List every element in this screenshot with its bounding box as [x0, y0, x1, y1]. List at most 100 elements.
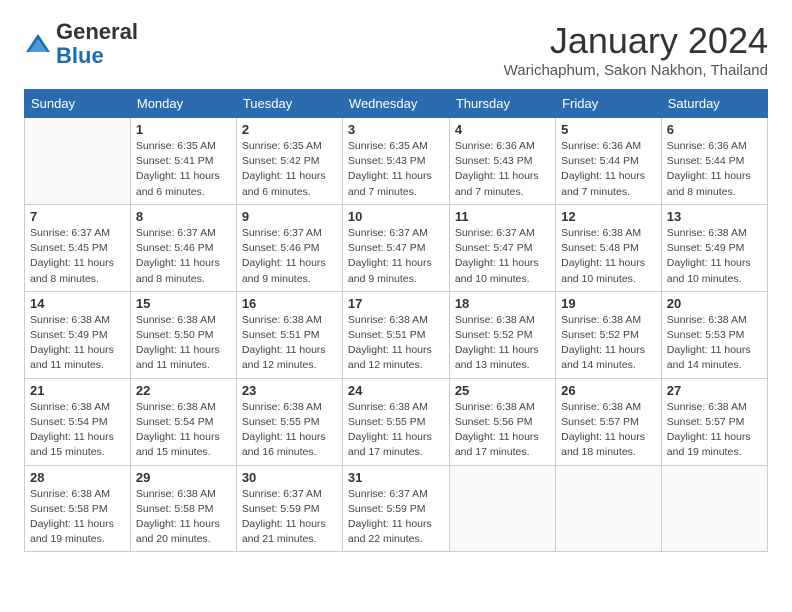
day-info: Sunrise: 6:38 AMSunset: 5:54 PMDaylight:… — [30, 400, 125, 461]
day-number: 31 — [348, 470, 444, 485]
day-number: 14 — [30, 296, 125, 311]
calendar-day-cell — [25, 118, 131, 205]
day-info: Sunrise: 6:38 AMSunset: 5:54 PMDaylight:… — [136, 400, 231, 461]
day-info: Sunrise: 6:37 AMSunset: 5:46 PMDaylight:… — [136, 226, 231, 287]
calendar-day-cell: 31Sunrise: 6:37 AMSunset: 5:59 PMDayligh… — [342, 465, 449, 552]
day-number: 7 — [30, 209, 125, 224]
calendar-day-cell: 12Sunrise: 6:38 AMSunset: 5:48 PMDayligh… — [556, 204, 662, 291]
day-info: Sunrise: 6:38 AMSunset: 5:53 PMDaylight:… — [667, 313, 762, 374]
calendar-day-cell: 27Sunrise: 6:38 AMSunset: 5:57 PMDayligh… — [661, 378, 767, 465]
weekday-header-cell: Wednesday — [342, 90, 449, 118]
calendar-day-cell: 2 Sunrise: 6:35 AMSunset: 5:42 PMDaylight… — [236, 118, 342, 205]
day-info: Sunrise: 6:38 AMSunset: 5:49 PMDaylight:… — [667, 226, 762, 287]
calendar-day-cell — [556, 465, 662, 552]
calendar-day-cell: 30 Sunrise: 6:37 AMSunset: 5:59 PMDayligh… — [236, 465, 342, 552]
calendar-day-cell: 22 Sunrise: 6:38 AMSunset: 5:54 PMDayligh… — [130, 378, 236, 465]
day-number: 13 — [667, 209, 762, 224]
day-number: 17 — [348, 296, 444, 311]
calendar-day-cell: 19 Sunrise: 6:38 AMSunset: 5:52 PMDayligh… — [556, 291, 662, 378]
day-number: 12 — [561, 209, 656, 224]
logo-icon — [24, 30, 52, 58]
day-number: 6 — [667, 122, 762, 137]
weekday-header-cell: Monday — [130, 90, 236, 118]
day-info: Sunrise: 6:35 AMSunset: 5:42 PMDaylight:… — [242, 139, 337, 200]
calendar-week-row: 7 Sunrise: 6:37 AMSunset: 5:45 PMDaylight… — [25, 204, 768, 291]
day-number: 1 — [136, 122, 231, 137]
calendar-week-row: 21Sunrise: 6:38 AMSunset: 5:54 PMDayligh… — [25, 378, 768, 465]
calendar-day-cell: 11 Sunrise: 6:37 AMSunset: 5:47 PMDayligh… — [449, 204, 555, 291]
calendar-day-cell: 18 Sunrise: 6:38 AMSunset: 5:52 PMDayligh… — [449, 291, 555, 378]
day-info: Sunrise: 6:38 AMSunset: 5:58 PMDaylight:… — [30, 487, 125, 548]
day-info: Sunrise: 6:38 AMSunset: 5:50 PMDaylight:… — [136, 313, 231, 374]
day-number: 25 — [455, 383, 550, 398]
weekday-header-cell: Saturday — [661, 90, 767, 118]
day-info: Sunrise: 6:37 AMSunset: 5:47 PMDaylight:… — [455, 226, 550, 287]
weekday-header-cell: Friday — [556, 90, 662, 118]
calendar-day-cell: 4 Sunrise: 6:36 AMSunset: 5:43 PMDaylight… — [449, 118, 555, 205]
day-info: Sunrise: 6:38 AMSunset: 5:52 PMDaylight:… — [455, 313, 550, 374]
day-number: 22 — [136, 383, 231, 398]
day-number: 5 — [561, 122, 656, 137]
day-number: 4 — [455, 122, 550, 137]
day-number: 30 — [242, 470, 337, 485]
calendar-day-cell: 1 Sunrise: 6:35 AMSunset: 5:41 PMDaylight… — [130, 118, 236, 205]
day-number: 20 — [667, 296, 762, 311]
day-number: 16 — [242, 296, 337, 311]
day-number: 2 — [242, 122, 337, 137]
day-number: 28 — [30, 470, 125, 485]
day-info: Sunrise: 6:36 AMSunset: 5:43 PMDaylight:… — [455, 139, 550, 200]
calendar-day-cell: 28 Sunrise: 6:38 AMSunset: 5:58 PMDayligh… — [25, 465, 131, 552]
day-number: 18 — [455, 296, 550, 311]
day-info: Sunrise: 6:38 AMSunset: 5:52 PMDaylight:… — [561, 313, 656, 374]
day-number: 11 — [455, 209, 550, 224]
calendar-day-cell: 14Sunrise: 6:38 AMSunset: 5:49 PMDayligh… — [25, 291, 131, 378]
logo: General Blue — [24, 20, 138, 68]
calendar-table: SundayMondayTuesdayWednesdayThursdayFrid… — [24, 89, 768, 552]
calendar-day-cell: 13 Sunrise: 6:38 AMSunset: 5:49 PMDayligh… — [661, 204, 767, 291]
day-info: Sunrise: 6:38 AMSunset: 5:51 PMDaylight:… — [242, 313, 337, 374]
calendar-day-cell: 15Sunrise: 6:38 AMSunset: 5:50 PMDayligh… — [130, 291, 236, 378]
month-title: January 2024 — [504, 20, 768, 62]
day-number: 26 — [561, 383, 656, 398]
calendar-day-cell: 9 Sunrise: 6:37 AMSunset: 5:46 PMDaylight… — [236, 204, 342, 291]
calendar-day-cell: 26Sunrise: 6:38 AMSunset: 5:57 PMDayligh… — [556, 378, 662, 465]
day-number: 9 — [242, 209, 337, 224]
day-number: 27 — [667, 383, 762, 398]
day-number: 29 — [136, 470, 231, 485]
day-info: Sunrise: 6:38 AMSunset: 5:58 PMDaylight:… — [136, 487, 231, 548]
calendar-day-cell: 8Sunrise: 6:37 AMSunset: 5:46 PMDaylight… — [130, 204, 236, 291]
page-header: General Blue January 2024 Warichaphum, S… — [24, 20, 768, 79]
day-info: Sunrise: 6:38 AMSunset: 5:55 PMDaylight:… — [348, 400, 444, 461]
day-info: Sunrise: 6:35 AMSunset: 5:43 PMDaylight:… — [348, 139, 444, 200]
day-info: Sunrise: 6:37 AMSunset: 5:46 PMDaylight:… — [242, 226, 337, 287]
location-subtitle: Warichaphum, Sakon Nakhon, Thailand — [504, 62, 768, 79]
title-block: January 2024 Warichaphum, Sakon Nakhon, … — [504, 20, 768, 79]
day-number: 19 — [561, 296, 656, 311]
calendar-day-cell — [449, 465, 555, 552]
logo-general: General — [56, 19, 138, 44]
day-info: Sunrise: 6:38 AMSunset: 5:56 PMDaylight:… — [455, 400, 550, 461]
calendar-day-cell: 29 Sunrise: 6:38 AMSunset: 5:58 PMDayligh… — [130, 465, 236, 552]
weekday-header-cell: Tuesday — [236, 90, 342, 118]
day-info: Sunrise: 6:37 AMSunset: 5:47 PMDaylight:… — [348, 226, 444, 287]
day-number: 3 — [348, 122, 444, 137]
day-number: 24 — [348, 383, 444, 398]
calendar-body: 1 Sunrise: 6:35 AMSunset: 5:41 PMDaylight… — [25, 118, 768, 552]
calendar-day-cell: 5Sunrise: 6:36 AMSunset: 5:44 PMDaylight… — [556, 118, 662, 205]
calendar-day-cell: 3 Sunrise: 6:35 AMSunset: 5:43 PMDaylight… — [342, 118, 449, 205]
day-info: Sunrise: 6:37 AMSunset: 5:45 PMDaylight:… — [30, 226, 125, 287]
day-info: Sunrise: 6:38 AMSunset: 5:55 PMDaylight:… — [242, 400, 337, 461]
calendar-day-cell: 10 Sunrise: 6:37 AMSunset: 5:47 PMDayligh… — [342, 204, 449, 291]
calendar-day-cell — [661, 465, 767, 552]
day-info: Sunrise: 6:36 AMSunset: 5:44 PMDaylight:… — [667, 139, 762, 200]
weekday-header-cell: Sunday — [25, 90, 131, 118]
calendar-day-cell: 20 Sunrise: 6:38 AMSunset: 5:53 PMDayligh… — [661, 291, 767, 378]
calendar-day-cell: 21Sunrise: 6:38 AMSunset: 5:54 PMDayligh… — [25, 378, 131, 465]
day-number: 23 — [242, 383, 337, 398]
calendar-week-row: 28 Sunrise: 6:38 AMSunset: 5:58 PMDayligh… — [25, 465, 768, 552]
day-info: Sunrise: 6:38 AMSunset: 5:51 PMDaylight:… — [348, 313, 444, 374]
day-info: Sunrise: 6:37 AMSunset: 5:59 PMDaylight:… — [242, 487, 337, 548]
day-number: 10 — [348, 209, 444, 224]
day-info: Sunrise: 6:35 AMSunset: 5:41 PMDaylight:… — [136, 139, 231, 200]
calendar-day-cell: 16 Sunrise: 6:38 AMSunset: 5:51 PMDayligh… — [236, 291, 342, 378]
